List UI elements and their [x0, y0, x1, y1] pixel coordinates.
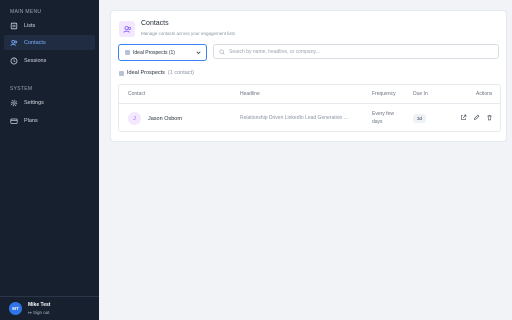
contacts-card: Contacts Manage contacts across your eng…	[110, 10, 507, 142]
sign-out-label: Sign out	[33, 309, 50, 315]
list-select[interactable]: Ideal Prospects (1)	[118, 44, 207, 61]
contact-headline: Relationship Driven LinkedIn Lead Genera…	[240, 115, 348, 121]
user-name: Mike Test	[28, 301, 51, 308]
sidebar-item-lists[interactable]: Lists	[4, 18, 95, 33]
contact-name[interactable]: Jason Osborn	[148, 116, 182, 122]
page-subtitle: Manage contacts across your engagement l…	[141, 31, 236, 36]
card-icon	[10, 117, 18, 125]
column-header-contact: Contact	[128, 91, 146, 97]
chevron-down-icon	[196, 51, 201, 55]
delete-button[interactable]	[485, 113, 494, 122]
search-box[interactable]	[213, 44, 499, 59]
page-title: Contacts	[141, 20, 169, 27]
edit-button[interactable]	[472, 113, 481, 122]
users-icon	[10, 39, 18, 47]
sidebar-item-plans[interactable]: Plans	[4, 113, 95, 128]
gear-icon	[10, 99, 18, 107]
contact-avatar: J	[128, 112, 141, 125]
main-menu-label: MAIN MENU	[10, 9, 42, 15]
actions-cell	[455, 113, 494, 122]
contact-frequency: Every few days	[372, 111, 394, 125]
list-color-icon	[119, 70, 124, 76]
group-heading: Ideal Prospects (1 contact)	[119, 70, 194, 76]
user-panel: MT Mike Test ↦ Sign out	[0, 296, 99, 320]
group-name: Ideal Prospects	[127, 70, 165, 76]
sidebar-item-contacts[interactable]: Contacts	[4, 35, 95, 50]
sign-out-link[interactable]: ↦ Sign out	[28, 310, 50, 316]
sidebar-item-label: Lists	[24, 22, 36, 29]
column-header-headline: Headline	[240, 91, 260, 97]
column-header-actions: Actions	[476, 91, 493, 97]
pencil-icon	[473, 114, 480, 121]
due-cell: 3d	[413, 114, 427, 123]
clock-icon	[10, 57, 18, 65]
table-row[interactable]: J Jason Osborn Relationship Driven Linke…	[119, 104, 500, 132]
list-icon	[10, 22, 18, 30]
sidebar-item-label: Sessions	[24, 57, 47, 64]
group-count: (1 contact)	[167, 70, 194, 76]
contacts-table: Contact Headline Frequency Due In Action…	[118, 84, 501, 132]
external-link-icon	[461, 114, 467, 120]
sidebar: MAIN MENU Lists Contacts Sessions SYSTEM…	[0, 0, 99, 320]
list-select-value: Ideal Prospects (1)	[133, 49, 175, 56]
sidebar-item-sessions[interactable]: Sessions	[4, 53, 95, 68]
list-color-icon	[125, 50, 130, 55]
column-header-frequency: Frequency	[372, 91, 396, 97]
search-input[interactable]	[229, 48, 489, 55]
contact-cell: J Jason Osborn	[128, 112, 182, 125]
sign-out-icon: ↦	[28, 309, 32, 315]
open-external-button[interactable]	[459, 113, 468, 122]
trash-icon	[487, 115, 492, 121]
sidebar-item-label: Plans	[24, 117, 38, 124]
contacts-header-icon	[119, 21, 135, 37]
due-badge: 3d	[413, 114, 427, 123]
sidebar-item-label: Contacts	[24, 39, 46, 46]
search-icon	[219, 48, 225, 55]
sidebar-item-label: Settings	[24, 99, 44, 106]
avatar[interactable]: MT	[9, 302, 22, 315]
sidebar-item-settings[interactable]: Settings	[4, 95, 95, 110]
system-label: SYSTEM	[10, 86, 33, 92]
column-header-due-in: Due In	[413, 91, 428, 97]
